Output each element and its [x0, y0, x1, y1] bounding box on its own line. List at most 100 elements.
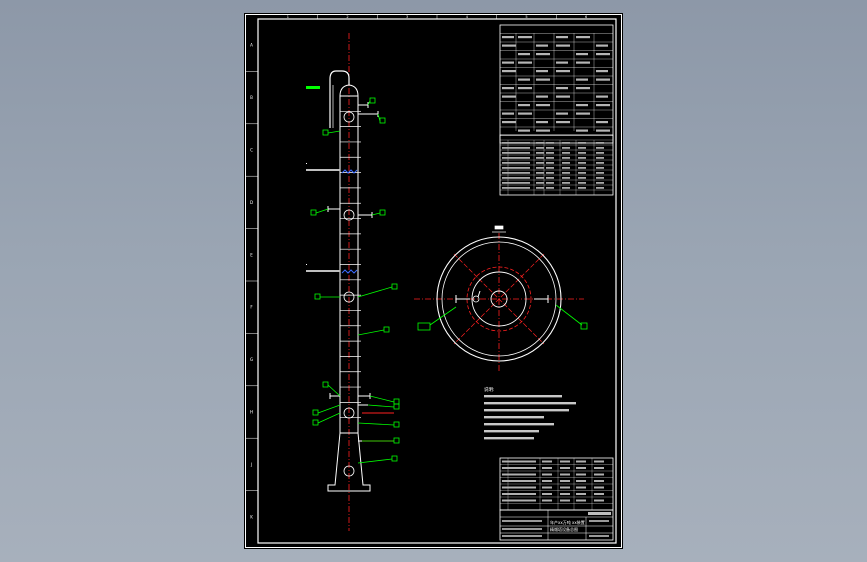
parts-cell — [594, 486, 604, 489]
nozzle-cell — [596, 157, 604, 159]
nozzle-cell — [510, 152, 530, 154]
parts-cell — [576, 480, 586, 482]
nozzle-cell — [562, 152, 570, 154]
title-line-1: 年产xx万吨 xx装置 — [550, 519, 585, 525]
parts-cell — [542, 480, 552, 482]
nozzle-cell — [596, 187, 604, 189]
cell-text — [556, 70, 570, 73]
cell-text — [556, 121, 570, 124]
cell-text — [596, 70, 608, 73]
nozzle-cell — [502, 157, 510, 159]
nozzle-cell — [510, 167, 530, 169]
nozzle-cell — [578, 147, 586, 149]
cell-text — [576, 36, 590, 39]
nozzle-cell — [596, 147, 604, 149]
nozzle-cell — [502, 167, 510, 169]
cell-text — [518, 36, 532, 39]
parts-cell — [560, 460, 570, 463]
zone-letter: K — [250, 514, 253, 519]
cell-text — [536, 129, 550, 132]
cell-text — [518, 78, 530, 81]
note-line — [484, 402, 576, 405]
nozzle-cell — [562, 162, 570, 164]
nozzle-cell — [578, 182, 586, 184]
parts-cell — [560, 493, 570, 495]
title-line-2: 精馏塔设备总图 — [550, 526, 578, 532]
parts-cell — [576, 460, 586, 463]
nozzle-cell — [546, 142, 554, 144]
nozzle-cell — [510, 172, 530, 174]
nozzle-cell — [546, 147, 554, 149]
nozzle-cell — [510, 182, 530, 184]
cell-text — [556, 36, 568, 39]
nozzle-cell — [562, 147, 570, 149]
parts-cell — [542, 493, 552, 495]
parts-cell — [594, 460, 604, 463]
nozzle-cell — [562, 157, 570, 159]
cell-text — [536, 78, 550, 81]
cell-text — [536, 44, 548, 47]
cell-text — [502, 44, 516, 47]
cell-text — [518, 112, 532, 115]
parts-cell — [542, 499, 552, 502]
cell-text — [502, 95, 516, 98]
nozzle-cell — [562, 187, 570, 189]
cell-text — [536, 70, 548, 73]
cell-text — [556, 87, 568, 90]
nozzle-cell — [562, 177, 570, 179]
note-line — [484, 395, 562, 398]
nozzle-cell — [510, 187, 530, 189]
note-line — [484, 430, 539, 433]
nozzle-cell — [536, 162, 544, 164]
nozzle-cell — [502, 172, 510, 174]
nozzle-cell — [536, 182, 544, 184]
parts-cell — [542, 473, 552, 476]
nozzle-cell — [536, 177, 544, 179]
nozzle-cell — [536, 187, 544, 189]
nozzle-cell — [502, 187, 510, 189]
cell-text — [596, 44, 608, 47]
nozzle-cell — [596, 152, 604, 154]
nozzle-cell — [502, 182, 510, 184]
nozzle-cell — [596, 162, 604, 164]
cell-text — [596, 121, 608, 124]
parts-cell — [594, 493, 604, 495]
parts-cell — [510, 480, 536, 482]
cell-text — [556, 44, 570, 47]
nozzle-cell — [546, 187, 554, 189]
parts-cell — [510, 473, 536, 476]
parts-cell — [576, 493, 586, 495]
nozzle-cell — [502, 162, 510, 164]
zone-number: 2 — [346, 15, 348, 19]
cell-text — [536, 95, 548, 98]
nozzle-cell — [536, 157, 544, 159]
nozzle-cell — [502, 147, 510, 149]
nozzle-cell — [562, 172, 570, 174]
nozzle-cell — [536, 147, 544, 149]
parts-cell — [594, 480, 604, 482]
cell-text — [518, 53, 530, 56]
parts-cell — [594, 499, 604, 502]
nozzle-cell — [578, 162, 586, 164]
nozzle-cell — [502, 152, 510, 154]
nozzle-cell — [510, 147, 530, 149]
nozzle-cell — [546, 172, 554, 174]
cell-text — [536, 104, 550, 107]
nozzle-cell — [578, 187, 586, 189]
nozzle-cell — [596, 142, 604, 144]
cell-text — [502, 112, 514, 115]
cell-text — [596, 78, 610, 81]
nozzle-cell — [510, 142, 530, 144]
parts-cell — [560, 480, 570, 482]
cell-text — [502, 70, 516, 73]
nozzle-cell — [536, 152, 544, 154]
cell-text — [576, 104, 588, 107]
nozzle-cell — [510, 157, 530, 159]
cell-text — [576, 129, 588, 132]
parts-cell — [560, 467, 570, 469]
parts-cell — [542, 460, 552, 463]
zone-letter: G — [250, 357, 253, 362]
cell-text — [518, 87, 532, 90]
cell-text — [502, 61, 514, 64]
nozzle-cell — [578, 142, 586, 144]
